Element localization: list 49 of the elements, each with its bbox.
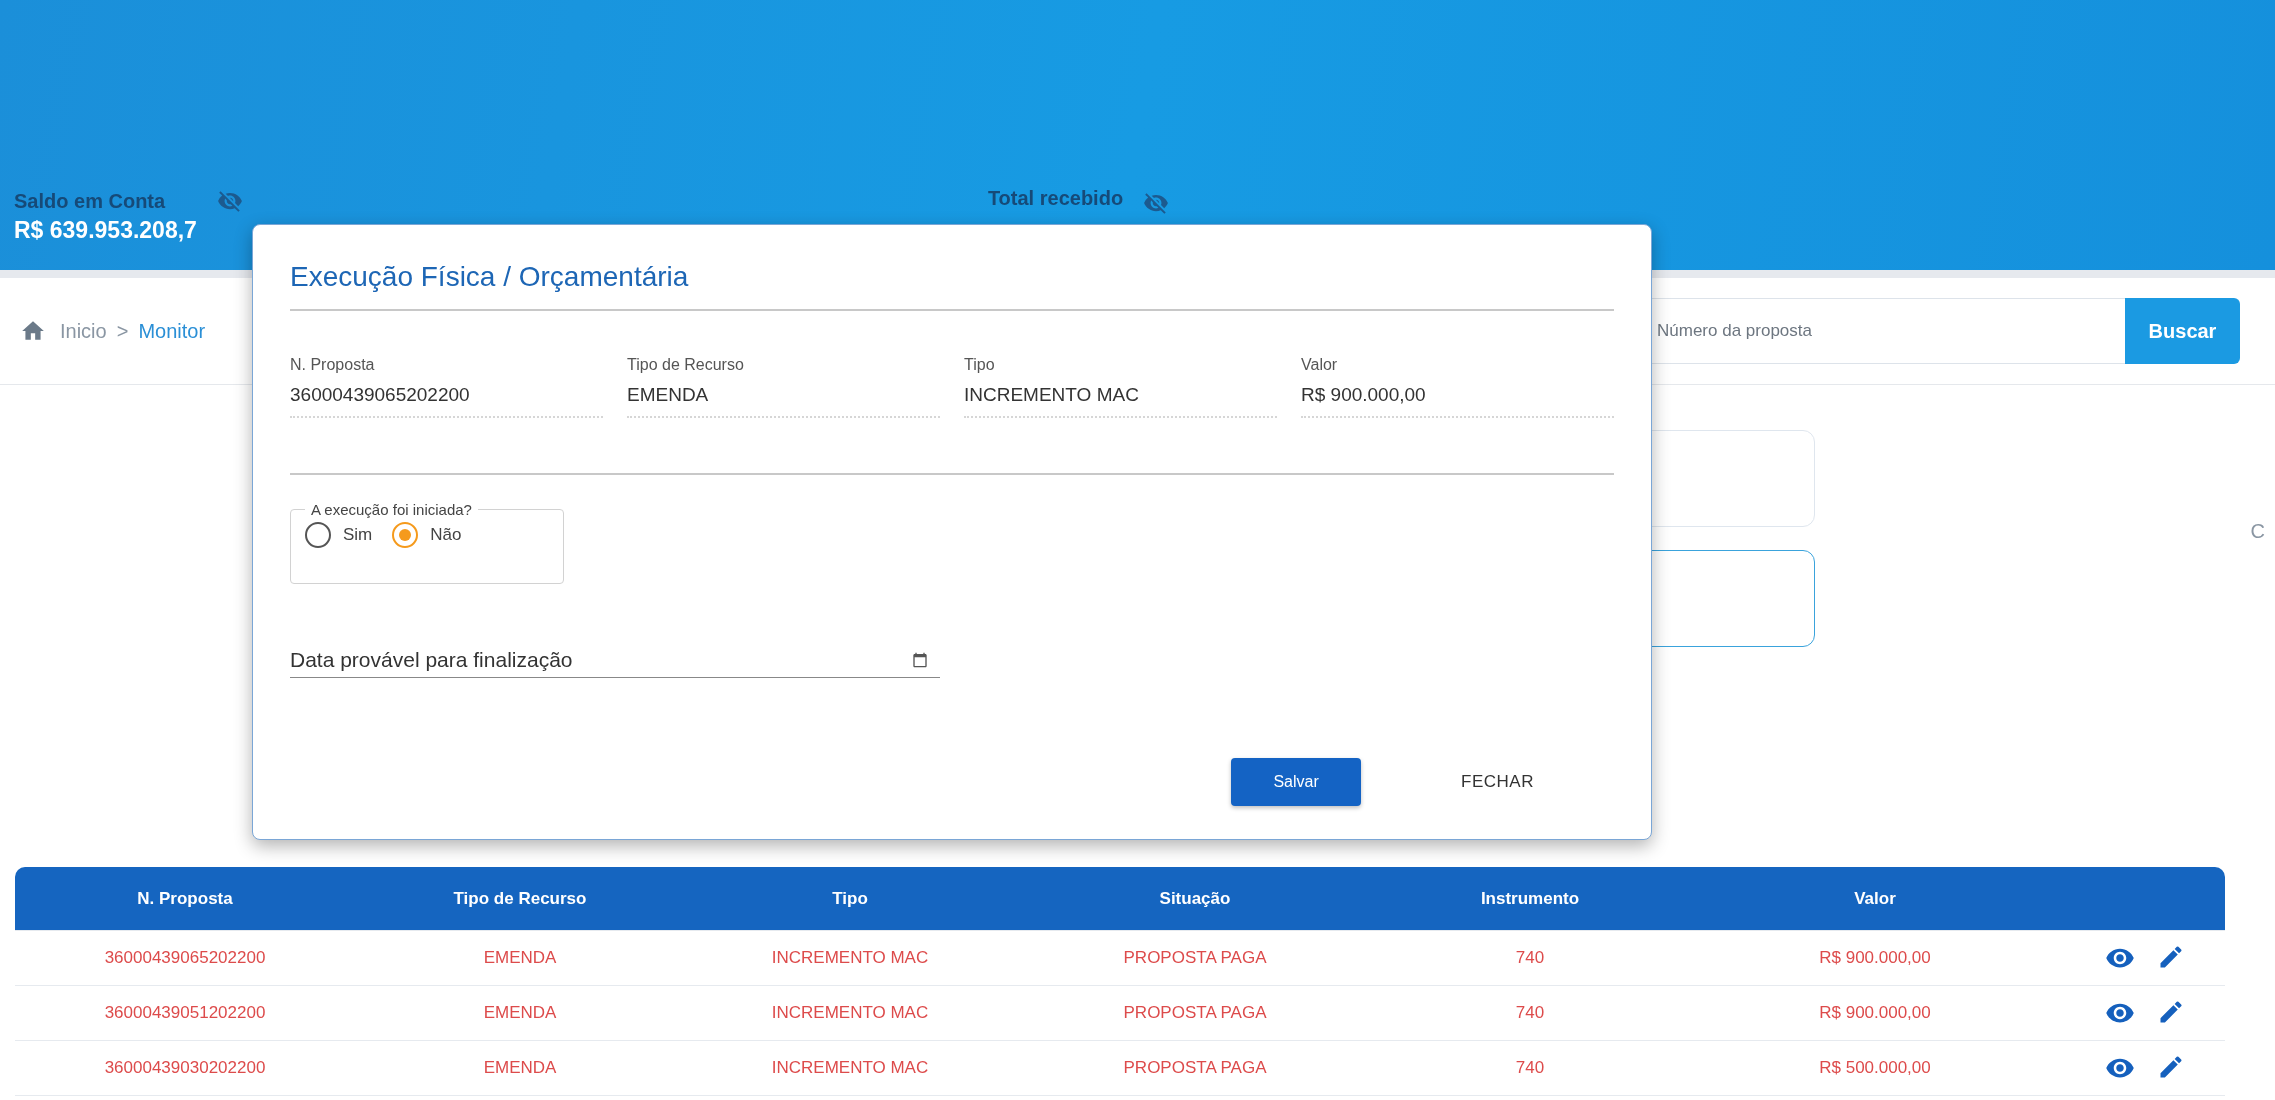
radio-icon[interactable] [305,522,331,548]
column-header: Instrumento [1479,888,1581,909]
balance-value: R$ 639.953.208,7 [14,217,197,244]
received-label: Total recebido [987,187,1124,210]
dialog-title: Execução Física / Orçamentária [290,261,690,293]
column-header: Tipo de Recurso [452,888,588,909]
calendar-icon[interactable] [912,652,928,668]
table-cell-text: EMENDA [482,948,558,968]
search-button[interactable]: Buscar [2125,298,2240,364]
breadcrumb-link[interactable]: Monitor [138,319,206,343]
table-cell-text: INCREMENTO MAC [770,948,930,968]
table-cell-text: 36000439030202200 [103,1058,267,1078]
column-header: Situação [1158,888,1232,909]
radio-option[interactable]: Sim [305,522,373,548]
field-value: EMENDA [627,384,710,406]
table-cell-text: R$ 500.000,00 [1818,1058,1932,1078]
save-button[interactable]: Salvar [1231,758,1362,806]
column-header: Tipo [831,888,869,909]
table-cell-text: 36000439051202200 [103,1003,267,1023]
field-label: N. Proposta [290,356,376,374]
close-button[interactable]: FECHAR [1451,762,1544,802]
radio-group-legend: A execução foi iniciada? [305,501,478,518]
field-label: Tipo de Recurso [627,356,745,374]
field-label: Tipo [964,356,996,374]
table-cell-text: PROPOSTA PAGA [1122,1003,1268,1023]
field-value: INCREMENTO MAC [964,384,1140,406]
table-cell-text: PROPOSTA PAGA [1122,948,1268,968]
breadcrumb-link[interactable]: Inicio [60,319,107,343]
balance-label: Saldo em Conta [14,190,167,213]
breadcrumb-separator: > [116,319,129,343]
column-header: Valor [1853,888,1897,909]
side-label: C [2250,520,2265,544]
table-cell-text: PROPOSTA PAGA [1122,1058,1268,1078]
table-cell-text: R$ 900.000,00 [1818,948,1932,968]
table-cell-text: INCREMENTO MAC [770,1003,930,1023]
field-value: 36000439065202200 [290,384,471,406]
field-value: R$ 900.000,00 [1301,384,1427,406]
table-cell-text: EMENDA [482,1003,558,1023]
table-cell-text: EMENDA [482,1058,558,1078]
radio-icon[interactable] [392,522,419,548]
table-cell-text: 740 [1514,1058,1546,1078]
table-cell-text: R$ 900.000,00 [1818,1003,1932,1023]
radio-option[interactable]: Não [392,522,462,548]
column-header: N. Proposta [136,888,234,909]
field-label: Valor [1301,356,1339,374]
table-cell-text: 740 [1514,1003,1546,1023]
table-cell-text: 740 [1514,948,1546,968]
table-cell-text: 36000439065202200 [103,948,267,968]
table-cell-text: INCREMENTO MAC [770,1058,930,1078]
